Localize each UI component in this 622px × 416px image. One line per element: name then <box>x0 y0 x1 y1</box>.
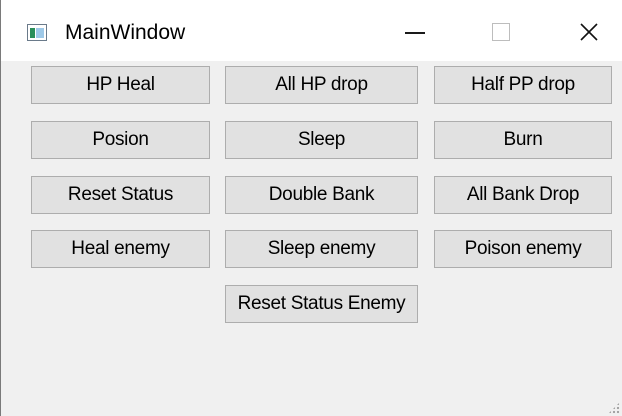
sleep-button[interactable]: Sleep <box>225 121 418 159</box>
main-window: MainWindow HP Heal All HP drop Half PP d… <box>0 0 622 416</box>
poison-enemy-button[interactable]: Poison enemy <box>434 230 612 268</box>
window-title: MainWindow <box>65 21 186 44</box>
close-button[interactable] <box>567 12 611 52</box>
title-bar[interactable]: MainWindow <box>1 0 622 61</box>
minimize-button[interactable] <box>393 12 437 52</box>
minimize-icon <box>405 32 425 34</box>
app-window-icon <box>27 24 47 41</box>
app-icon-pane-right <box>36 28 44 38</box>
all-bank-drop-button[interactable]: All Bank Drop <box>434 176 612 214</box>
resize-grip[interactable] <box>608 402 620 414</box>
sleep-enemy-button[interactable]: Sleep enemy <box>225 230 418 268</box>
poison-button[interactable]: Posion <box>31 121 210 159</box>
reset-status-button[interactable]: Reset Status <box>31 176 210 214</box>
burn-button[interactable]: Burn <box>434 121 612 159</box>
heal-enemy-button[interactable]: Heal enemy <box>31 230 210 268</box>
maximize-button[interactable] <box>479 12 523 52</box>
all-hp-drop-button[interactable]: All HP drop <box>225 66 418 104</box>
half-pp-drop-button[interactable]: Half PP drop <box>434 66 612 104</box>
reset-status-enemy-button[interactable]: Reset Status Enemy <box>225 285 418 323</box>
maximize-icon <box>492 23 510 41</box>
double-bank-button[interactable]: Double Bank <box>225 176 418 214</box>
close-icon <box>580 23 598 41</box>
app-icon-pane-left <box>30 28 35 38</box>
hp-heal-button[interactable]: HP Heal <box>31 66 210 104</box>
